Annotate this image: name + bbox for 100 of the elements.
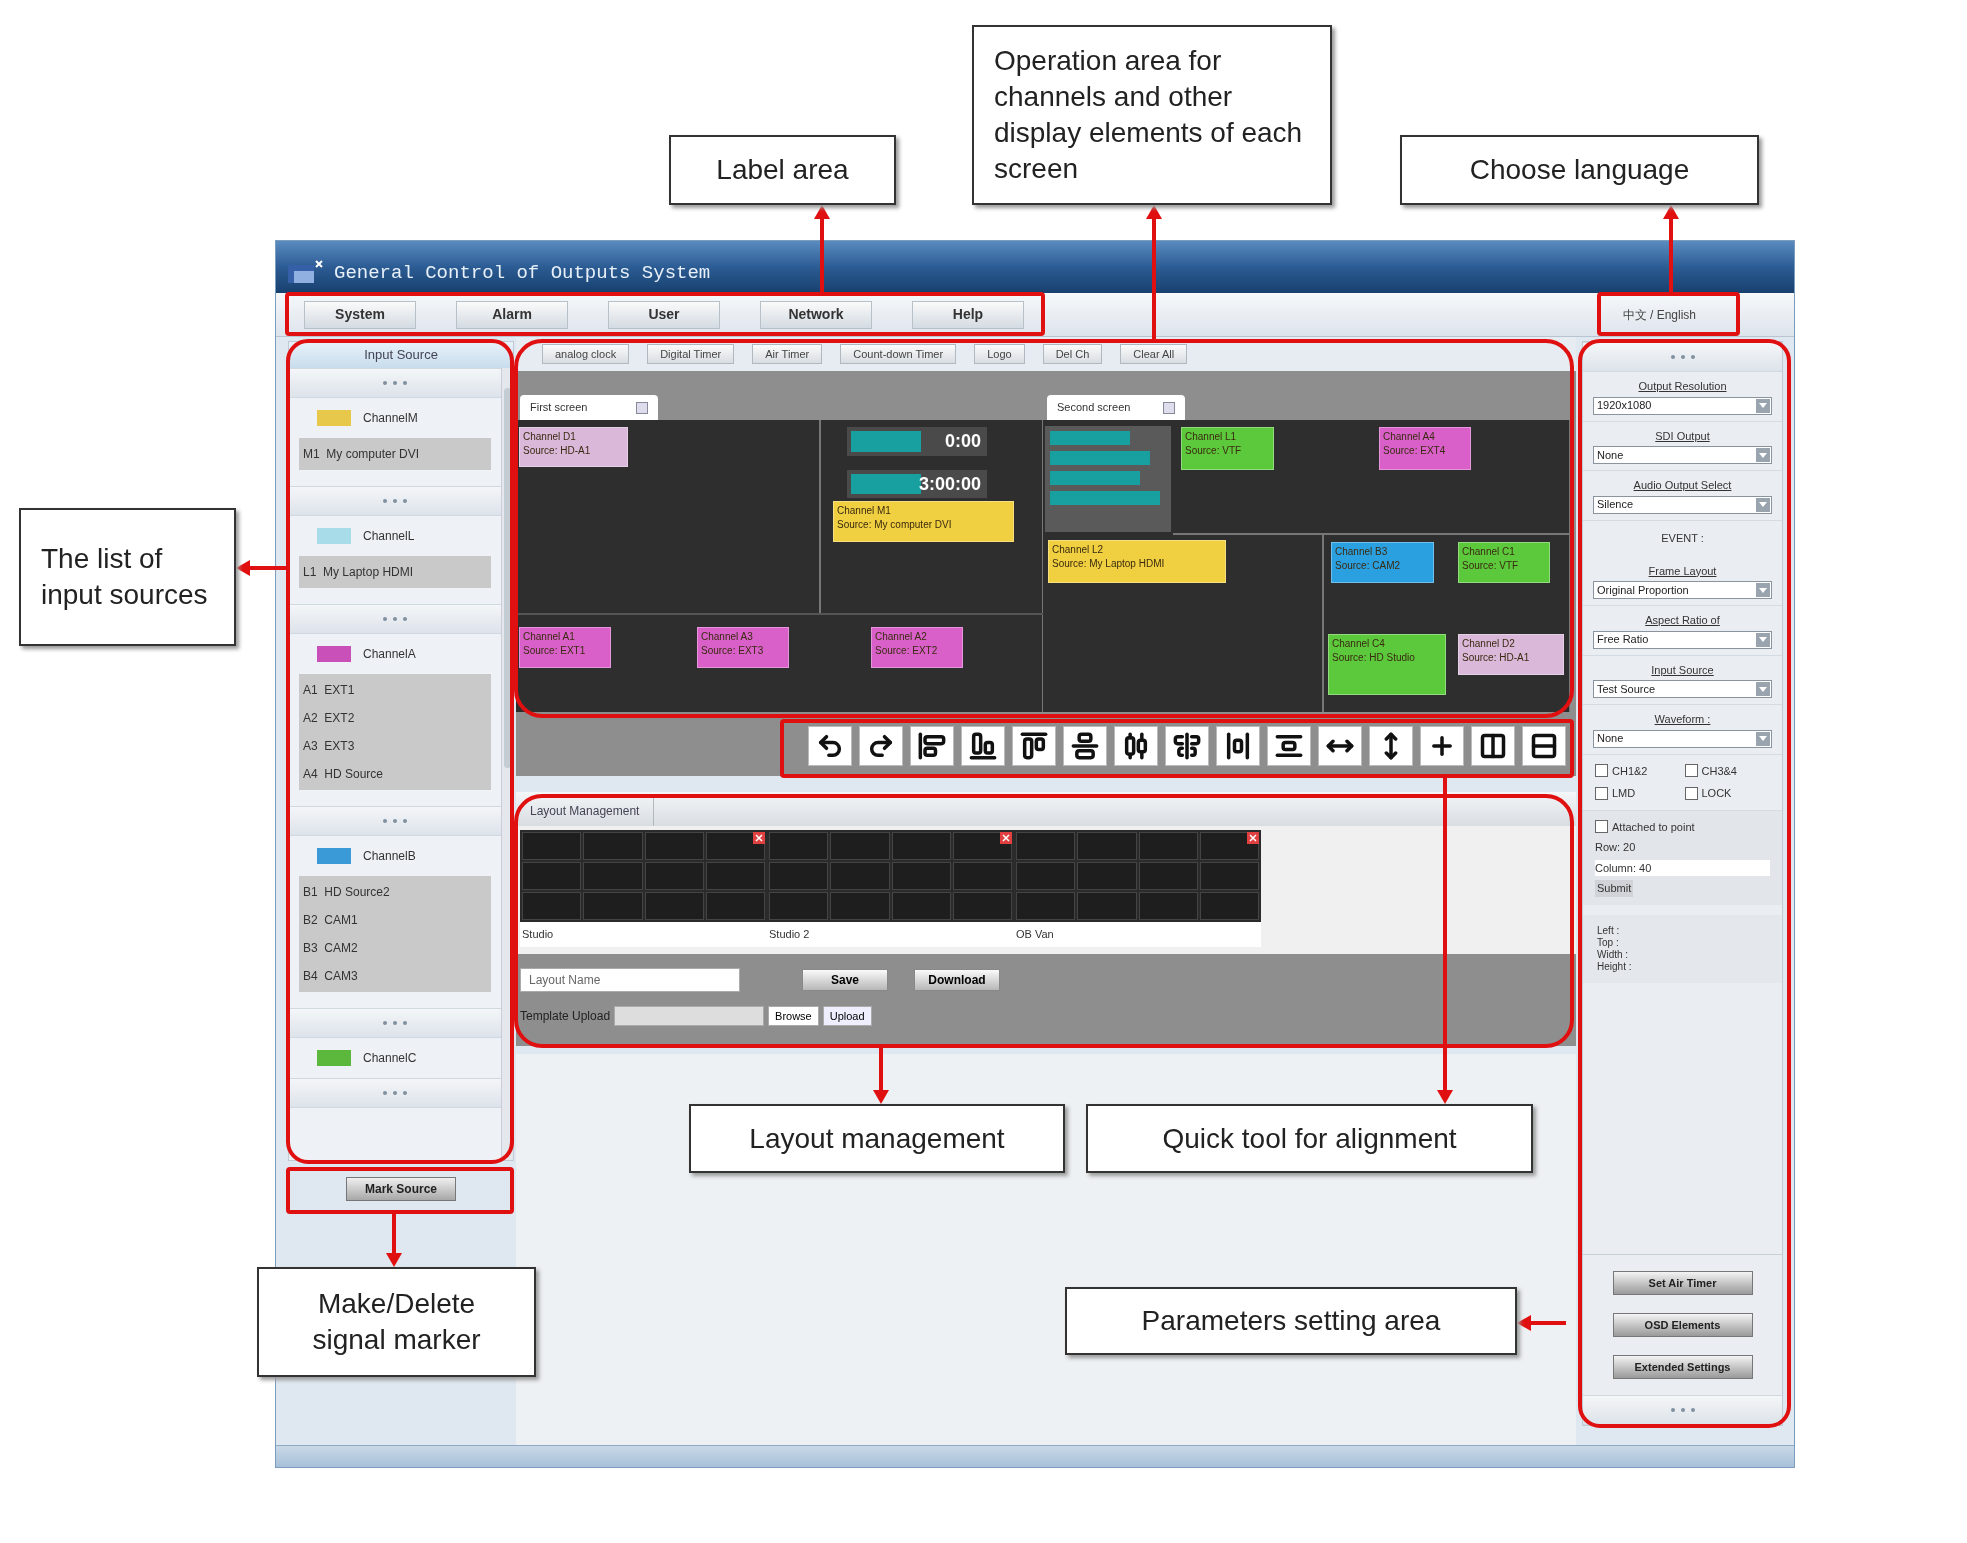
menu-tab[interactable]: System [304,300,416,329]
checkbox[interactable] [1684,786,1698,800]
tool-button[interactable]: Digital Timer [647,344,735,364]
tool-button[interactable]: Logo [974,344,1025,364]
grip-dots-icon [383,617,407,621]
file-field[interactable] [614,1006,765,1026]
close-icon[interactable] [1163,401,1175,414]
source-item[interactable]: L1 My Laptop HDMI [299,558,491,586]
space-vertical-icon[interactable] [1267,726,1311,766]
template-label: Template Upload [520,1008,611,1025]
dropdown-field[interactable]: None [1593,729,1772,748]
checkbox[interactable] [1684,764,1698,778]
screen-tab[interactable]: Second screen [1047,395,1185,420]
source-item[interactable]: A2 EXT2 [299,704,491,732]
source-item[interactable]: A4 HD Source [299,760,491,788]
channel-window[interactable]: Channel D2 Source: HD-A1 [1458,634,1564,675]
align-center-icon[interactable] [1165,726,1209,766]
screen-tile [644,892,704,920]
close-icon[interactable] [753,832,765,844]
dropdown-field[interactable]: 1920x1080 [1593,396,1772,415]
settings-button[interactable]: OSD Elements [1612,1313,1753,1337]
source-item[interactable]: A1 EXT1 [299,676,491,704]
tool-button[interactable]: Clear All [1120,344,1188,364]
source-item[interactable]: B3 CAM2 [299,934,491,962]
redo-icon[interactable] [859,726,903,766]
screen-tab[interactable]: First screen [520,395,658,420]
channel-name[interactable]: ChannelC [363,1049,417,1067]
settings-button[interactable]: Extended Settings [1612,1355,1753,1379]
undo-icon[interactable] [808,726,852,766]
align-left-icon[interactable] [910,726,954,766]
tool-button[interactable]: Del Ch [1042,344,1103,364]
menu-tab[interactable]: Alarm [456,300,568,329]
align-middle-icon[interactable] [1063,726,1107,766]
source-item[interactable]: M1 My computer DVI [299,440,491,468]
align-top-icon[interactable] [1012,726,1056,766]
screen-tile [1077,832,1137,860]
columns-icon[interactable] [1471,726,1515,766]
menu-tab[interactable]: User [608,300,720,329]
channel-window[interactable]: Channel A4 Source: EXT4 [1379,427,1471,470]
close-icon[interactable] [636,401,648,414]
channel-name[interactable]: ChannelM [363,409,418,427]
channel-name[interactable]: ChannelL [363,527,415,545]
mark-source-button[interactable]: Mark Source [346,1177,456,1201]
channel-window[interactable]: Channel C4 Source: HD Studio [1328,634,1446,695]
timer-element[interactable]: 3:00:00 [847,470,987,498]
checkbox-label: CH1&2 [1612,763,1648,779]
layout-thumbnail[interactable] [1014,830,1261,922]
tool-button[interactable]: analog clock [542,344,630,364]
browse-button[interactable]: Browse [768,1006,819,1026]
menu-tab[interactable]: Help [912,300,1024,329]
tool-button[interactable]: Air Timer [752,344,823,364]
channel-window[interactable]: Channel L2 Source: My Laptop HDMI [1048,540,1226,583]
source-item[interactable]: A3 EXT3 [299,732,491,760]
layout-name-field[interactable]: Layout Name [520,968,740,992]
distribute-horizontal-icon[interactable] [1114,726,1158,766]
dropdown-field[interactable]: Test Source [1593,680,1772,698]
channel-window[interactable]: Channel A2 Source: EXT2 [871,627,963,668]
align-bottom-icon[interactable] [961,726,1005,766]
channel-window[interactable]: Channel A1 Source: EXT1 [519,627,611,668]
language-link[interactable]: 中文 / English [1612,301,1706,328]
screen-tile [705,862,765,890]
layout-name: Studio [520,922,767,947]
channel-name[interactable]: ChannelB [363,847,416,865]
submit-button[interactable]: Submit [1595,880,1634,897]
timer-element[interactable]: 0:00 [847,427,987,456]
tool-button[interactable]: Count-down Timer [840,344,957,364]
dropdown-field[interactable]: Original Proportion [1593,581,1772,599]
channel-name[interactable]: ChannelA [363,645,416,663]
channel-window[interactable]: Channel A3 Source: EXT3 [697,627,789,668]
dropdown-field[interactable]: Free Ratio [1593,630,1772,649]
space-horizontal-icon[interactable] [1216,726,1260,766]
source-item[interactable]: B2 CAM1 [299,906,491,934]
cross-icon[interactable] [1420,726,1464,766]
checkbox-label: LMD [1612,786,1636,801]
upload-button[interactable]: Upload [822,1006,872,1026]
layout-thumbnail[interactable] [767,830,1014,922]
checkbox[interactable] [1595,786,1608,800]
channel-window[interactable]: Channel M1 Source: My computer DVI [833,501,1014,542]
grip-dots-icon [383,499,407,503]
vertical-arrows-icon[interactable] [1369,726,1413,766]
save-button[interactable]: Save [802,969,888,991]
menu-tab[interactable]: Network [760,300,872,329]
channel-window[interactable]: Channel D1 Source: HD-A1 [519,427,628,467]
close-icon[interactable] [1247,832,1259,844]
dropdown-field[interactable]: Silence [1593,495,1772,514]
checkbox[interactable] [1595,764,1608,778]
horizontal-arrows-icon[interactable] [1318,726,1362,766]
rows-icon[interactable] [1522,726,1566,766]
download-button[interactable]: Download [914,969,1000,991]
channel-window[interactable]: Channel B3 Source: CAM2 [1331,542,1434,583]
settings-button[interactable]: Set Air Timer [1612,1271,1753,1295]
screen-tile [891,862,951,890]
source-item[interactable]: B1 HD Source2 [299,878,491,906]
channel-window[interactable]: Channel C1 Source: VTF [1458,542,1550,583]
source-item[interactable]: B4 CAM3 [299,962,491,990]
dropdown-field[interactable]: None [1593,446,1772,464]
layout-thumbnail[interactable] [520,830,767,922]
checkbox[interactable] [1595,820,1608,834]
channel-window[interactable]: Channel L1 Source: VTF [1181,427,1274,470]
close-icon[interactable] [1000,832,1012,844]
